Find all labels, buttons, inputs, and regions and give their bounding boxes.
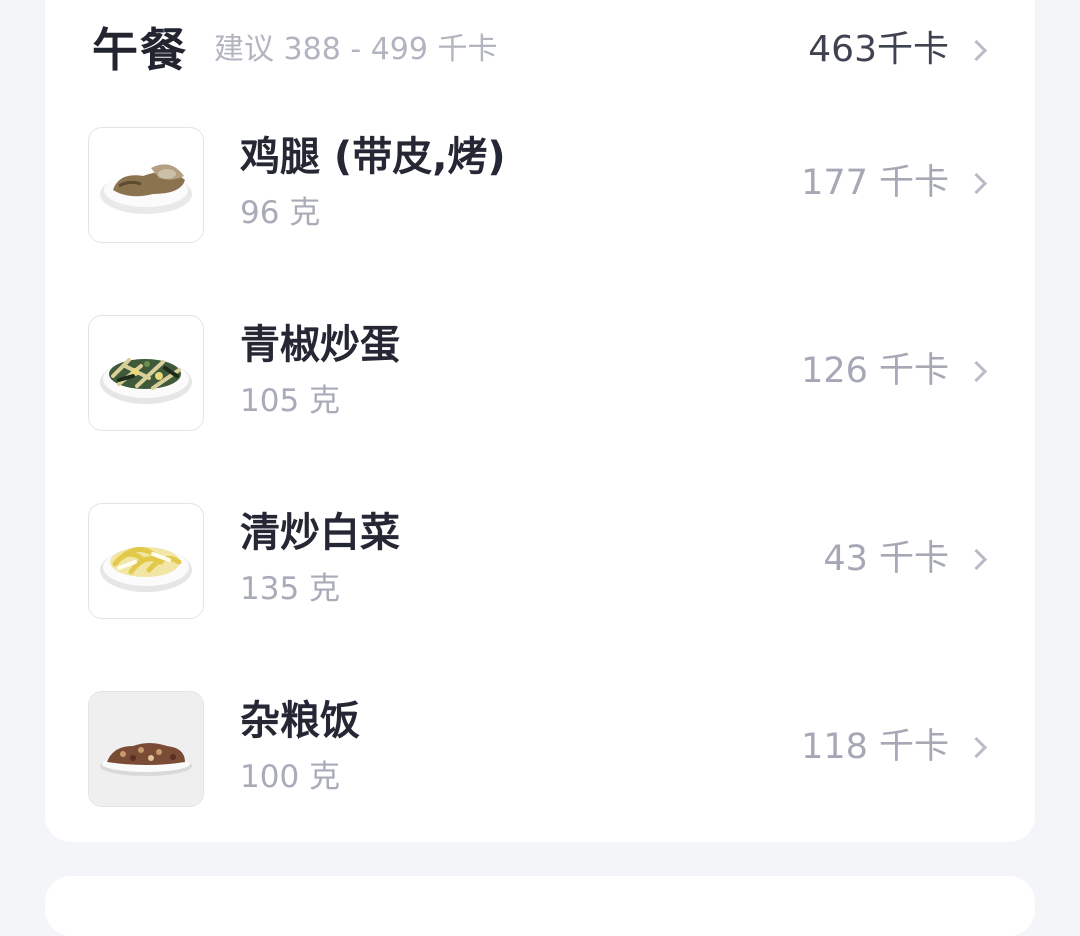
food-calories-value: 43 千卡: [823, 539, 949, 579]
mixed-grain-rice-icon: [88, 691, 204, 807]
meal-suggestion: 建议 388 - 499 千卡: [214, 32, 498, 67]
food-item[interactable]: 鸡腿 (带皮,烤) 96 克 177 千卡: [88, 127, 990, 245]
food-name: 清炒白菜: [240, 510, 400, 556]
food-weight: 105 克: [240, 383, 341, 419]
food-weight: 96 克: [240, 195, 321, 231]
pepper-egg-icon: [88, 315, 204, 431]
next-card: [45, 876, 1035, 936]
roast-chicken-leg-icon: [88, 127, 204, 243]
chevron-right-icon: [965, 548, 988, 570]
food-calories-value: 126 千卡: [801, 351, 949, 391]
meal-header[interactable]: 午餐 建议 388 - 499 千卡 463千卡: [92, 18, 990, 82]
food-calories[interactable]: 126 千卡: [801, 351, 990, 391]
food-calories-value: 118 千卡: [801, 727, 949, 767]
food-calories[interactable]: 118 千卡: [801, 727, 990, 767]
chevron-right-icon: [965, 360, 988, 382]
chevron-right-icon: [965, 736, 988, 758]
food-name: 鸡腿 (带皮,烤): [240, 134, 506, 180]
cabbage-icon: [88, 503, 204, 619]
meal-total[interactable]: 463千卡: [808, 30, 990, 70]
food-item[interactable]: 青椒炒蛋 105 克 126 千卡: [88, 315, 990, 433]
food-calories[interactable]: 43 千卡: [823, 539, 990, 579]
chevron-right-icon: [965, 39, 988, 61]
food-name: 杂粮饭: [240, 698, 360, 744]
meal-title: 午餐: [92, 23, 188, 77]
food-item[interactable]: 清炒白菜 135 克 43 千卡: [88, 503, 990, 621]
meal-total-calories: 463千卡: [808, 29, 949, 70]
food-item[interactable]: 杂粮饭 100 克 118 千卡: [88, 691, 990, 809]
food-calories[interactable]: 177 千卡: [801, 163, 990, 203]
food-name: 青椒炒蛋: [240, 322, 400, 368]
food-weight: 135 克: [240, 571, 341, 607]
chevron-right-icon: [965, 172, 988, 194]
food-weight: 100 克: [240, 759, 341, 795]
food-calories-value: 177 千卡: [801, 163, 949, 203]
